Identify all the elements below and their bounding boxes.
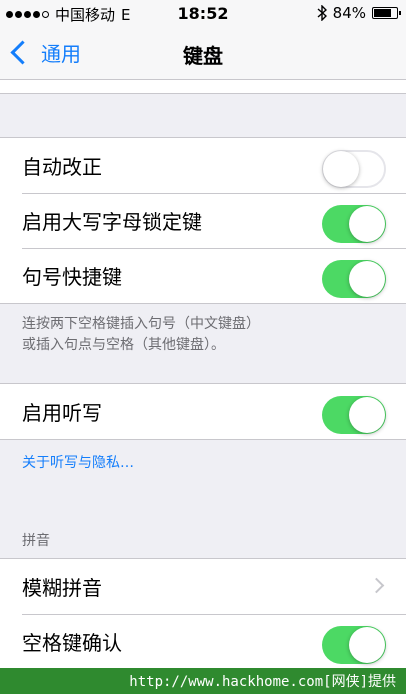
switch-knob xyxy=(349,206,385,242)
fuzzy-pinyin-label: 模糊拼音 xyxy=(22,576,102,600)
period-shortcut-label: 句号快捷键 xyxy=(22,265,122,289)
period-shortcut-row: 句号快捷键 xyxy=(0,248,406,303)
auto-correction-label: 自动改正 xyxy=(22,155,102,179)
scrolled-group-edge xyxy=(0,80,406,94)
switch-knob xyxy=(349,261,385,297)
status-right: 84% xyxy=(317,4,401,22)
fuzzy-pinyin-row[interactable]: 模糊拼音 xyxy=(0,559,406,614)
dictation-label: 启用听写 xyxy=(22,401,102,425)
dictation-switch[interactable] xyxy=(322,396,386,434)
switch-knob xyxy=(323,151,359,187)
status-bar: 中国移动 E 18:52 84% xyxy=(0,0,406,28)
pinyin-section-header: 拼音 xyxy=(22,533,50,549)
space-confirm-label: 空格键确认 xyxy=(22,631,122,655)
auto-correction-row: 自动改正 xyxy=(0,138,406,193)
space-confirm-switch[interactable] xyxy=(322,626,386,664)
dictation-group: 启用听写 xyxy=(0,383,406,440)
footer-line-2: 或插入句点与空格（其他键盘）。 xyxy=(22,337,225,353)
switch-knob xyxy=(349,397,385,433)
period-shortcut-switch[interactable] xyxy=(322,260,386,298)
battery-icon xyxy=(372,7,401,19)
bluetooth-icon xyxy=(317,5,327,21)
footer-line-1: 连按两下空格键插入句号（中文键盘） xyxy=(22,316,260,332)
period-shortcut-footer: 连按两下空格键插入句号（中文键盘） 或插入句点与空格（其他键盘）。 xyxy=(22,314,260,356)
watermark-banner: http://www.hackhome.com[网侠]提供 xyxy=(0,668,406,694)
keyboard-options-group: 自动改正 启用大写字母锁定键 句号快捷键 xyxy=(0,137,406,304)
caps-lock-row: 启用大写字母锁定键 xyxy=(0,193,406,248)
battery-percent: 84% xyxy=(332,4,366,22)
caps-lock-switch[interactable] xyxy=(322,205,386,243)
dictation-row: 启用听写 xyxy=(0,384,406,439)
dictation-privacy-link[interactable]: 关于听写与隐私… xyxy=(22,452,134,472)
auto-correction-switch[interactable] xyxy=(322,150,386,188)
caps-lock-label: 启用大写字母锁定键 xyxy=(22,210,202,234)
switch-knob xyxy=(349,627,385,663)
navigation-bar: 通用 键盘 xyxy=(0,28,406,80)
space-confirm-row: 空格键确认 xyxy=(0,614,406,669)
pinyin-group: 模糊拼音 空格键确认 xyxy=(0,558,406,670)
chevron-right-icon xyxy=(368,577,385,594)
page-title: 键盘 xyxy=(183,44,223,68)
